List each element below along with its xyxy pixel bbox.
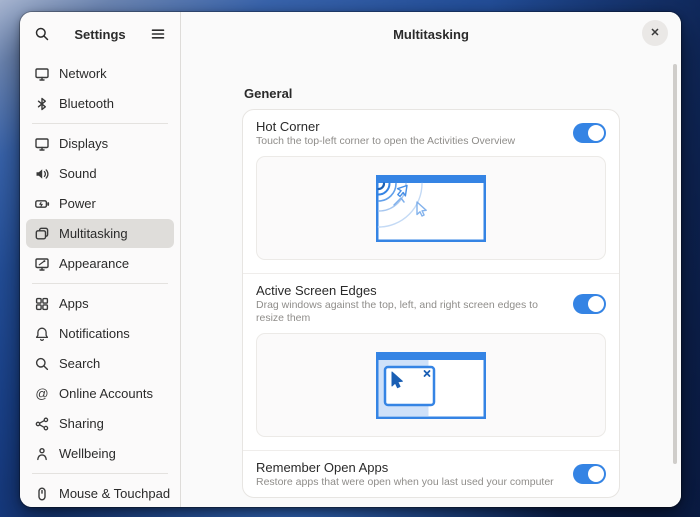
sidebar-item-label: Apps bbox=[59, 296, 89, 311]
appearance-icon bbox=[34, 256, 50, 272]
sidebar-item-mouse-touchpad[interactable]: Mouse & Touchpad bbox=[26, 479, 174, 507]
sidebar-item-apps[interactable]: Apps bbox=[26, 289, 174, 318]
search-icon bbox=[34, 26, 50, 42]
at-sign-icon: @ bbox=[34, 386, 50, 402]
sidebar-title: Settings bbox=[74, 27, 125, 42]
apps-grid-icon bbox=[34, 296, 50, 312]
sidebar-item-label: Mouse & Touchpad bbox=[59, 486, 170, 501]
sidebar-item-label: Multitasking bbox=[59, 226, 128, 241]
hot-corner-illustration bbox=[256, 156, 606, 260]
hot-corner-subtitle: Touch the top-left corner to open the Ac… bbox=[256, 135, 561, 148]
remember-open-apps-toggle[interactable] bbox=[573, 464, 606, 484]
hot-corner-row: Hot Corner Touch the top-left corner to … bbox=[243, 110, 619, 156]
remember-open-apps-subtitle: Restore apps that were open when you las… bbox=[256, 476, 561, 489]
active-screen-edges-subtitle: Drag windows against the top, left, and … bbox=[256, 299, 561, 325]
active-screen-edges-toggle[interactable] bbox=[573, 294, 606, 314]
mouse-icon bbox=[34, 486, 50, 502]
network-icon bbox=[34, 66, 50, 82]
sidebar-item-power[interactable]: Power bbox=[26, 189, 174, 218]
sidebar-item-label: Network bbox=[59, 66, 107, 81]
sidebar-item-appearance[interactable]: Appearance bbox=[26, 249, 174, 278]
sidebar-header: Settings bbox=[20, 12, 180, 56]
hamburger-menu-icon bbox=[150, 26, 166, 42]
sidebar: Settings Network Bluetooth bbox=[20, 12, 181, 507]
sidebar-item-sound[interactable]: Sound bbox=[26, 159, 174, 188]
active-screen-edges-title: Active Screen Edges bbox=[256, 282, 561, 299]
search-icon bbox=[34, 356, 50, 372]
sidebar-item-multitasking[interactable]: Multitasking bbox=[26, 219, 174, 248]
sidebar-item-label: Notifications bbox=[59, 326, 130, 341]
remember-open-apps-title: Remember Open Apps bbox=[256, 459, 561, 476]
close-button[interactable]: ✕ bbox=[642, 20, 668, 46]
hot-corner-toggle[interactable] bbox=[573, 123, 606, 143]
sidebar-item-bluetooth[interactable]: Bluetooth bbox=[26, 89, 174, 118]
main-header: Multitasking ✕ bbox=[181, 12, 681, 56]
settings-window: Settings Network Bluetooth bbox=[20, 12, 681, 507]
sidebar-item-wellbeing[interactable]: Wellbeing bbox=[26, 439, 174, 468]
sidebar-item-label: Power bbox=[59, 196, 96, 211]
sidebar-divider bbox=[32, 283, 168, 284]
sidebar-item-label: Online Accounts bbox=[59, 386, 153, 401]
hot-corner-illustration-svg bbox=[376, 175, 486, 242]
sidebar-item-search[interactable]: Search bbox=[26, 349, 174, 378]
main-menu-button[interactable] bbox=[144, 20, 172, 48]
remember-open-apps-row: Remember Open Apps Restore apps that wer… bbox=[243, 451, 619, 497]
vertical-scrollbar[interactable] bbox=[673, 64, 677, 464]
sidebar-item-online-accounts[interactable]: @ Online Accounts bbox=[26, 379, 174, 408]
sidebar-item-label: Displays bbox=[59, 136, 108, 151]
sidebar-item-displays[interactable]: Displays bbox=[26, 129, 174, 158]
bell-icon bbox=[34, 326, 50, 342]
page-title: Multitasking bbox=[393, 27, 469, 42]
sidebar-item-label: Appearance bbox=[59, 256, 129, 271]
section-heading-general: General bbox=[244, 86, 620, 101]
share-icon bbox=[34, 416, 50, 432]
sound-icon bbox=[34, 166, 50, 182]
search-button[interactable] bbox=[28, 20, 56, 48]
main-panel: Multitasking ✕ General Hot Corner Touch … bbox=[181, 12, 681, 507]
sidebar-item-label: Bluetooth bbox=[59, 96, 114, 111]
sidebar-divider bbox=[32, 123, 168, 124]
sidebar-item-network[interactable]: Network bbox=[26, 59, 174, 88]
sidebar-item-label: Sound bbox=[59, 166, 97, 181]
displays-icon bbox=[34, 136, 50, 152]
sidebar-item-sharing[interactable]: Sharing bbox=[26, 409, 174, 438]
active-screen-edges-row: Active Screen Edges Drag windows against… bbox=[243, 274, 619, 333]
power-icon bbox=[34, 196, 50, 212]
sidebar-item-label: Sharing bbox=[59, 416, 104, 431]
sidebar-item-notifications[interactable]: Notifications bbox=[26, 319, 174, 348]
active-screen-edges-illustration bbox=[256, 333, 606, 437]
svg-text:@: @ bbox=[35, 386, 48, 401]
hot-corner-title: Hot Corner bbox=[256, 118, 561, 135]
active-screen-edges-illustration-svg bbox=[376, 352, 486, 419]
wellbeing-person-icon bbox=[34, 446, 50, 462]
multitasking-icon bbox=[34, 226, 50, 242]
sidebar-item-label: Wellbeing bbox=[59, 446, 116, 461]
sidebar-divider bbox=[32, 473, 168, 474]
bluetooth-icon bbox=[34, 96, 50, 112]
sidebar-item-label: Search bbox=[59, 356, 100, 371]
general-card: Hot Corner Touch the top-left corner to … bbox=[242, 109, 620, 498]
settings-content: General Hot Corner Touch the top-left co… bbox=[242, 56, 620, 507]
sidebar-nav: Network Bluetooth Displays Sound bbox=[20, 56, 180, 507]
